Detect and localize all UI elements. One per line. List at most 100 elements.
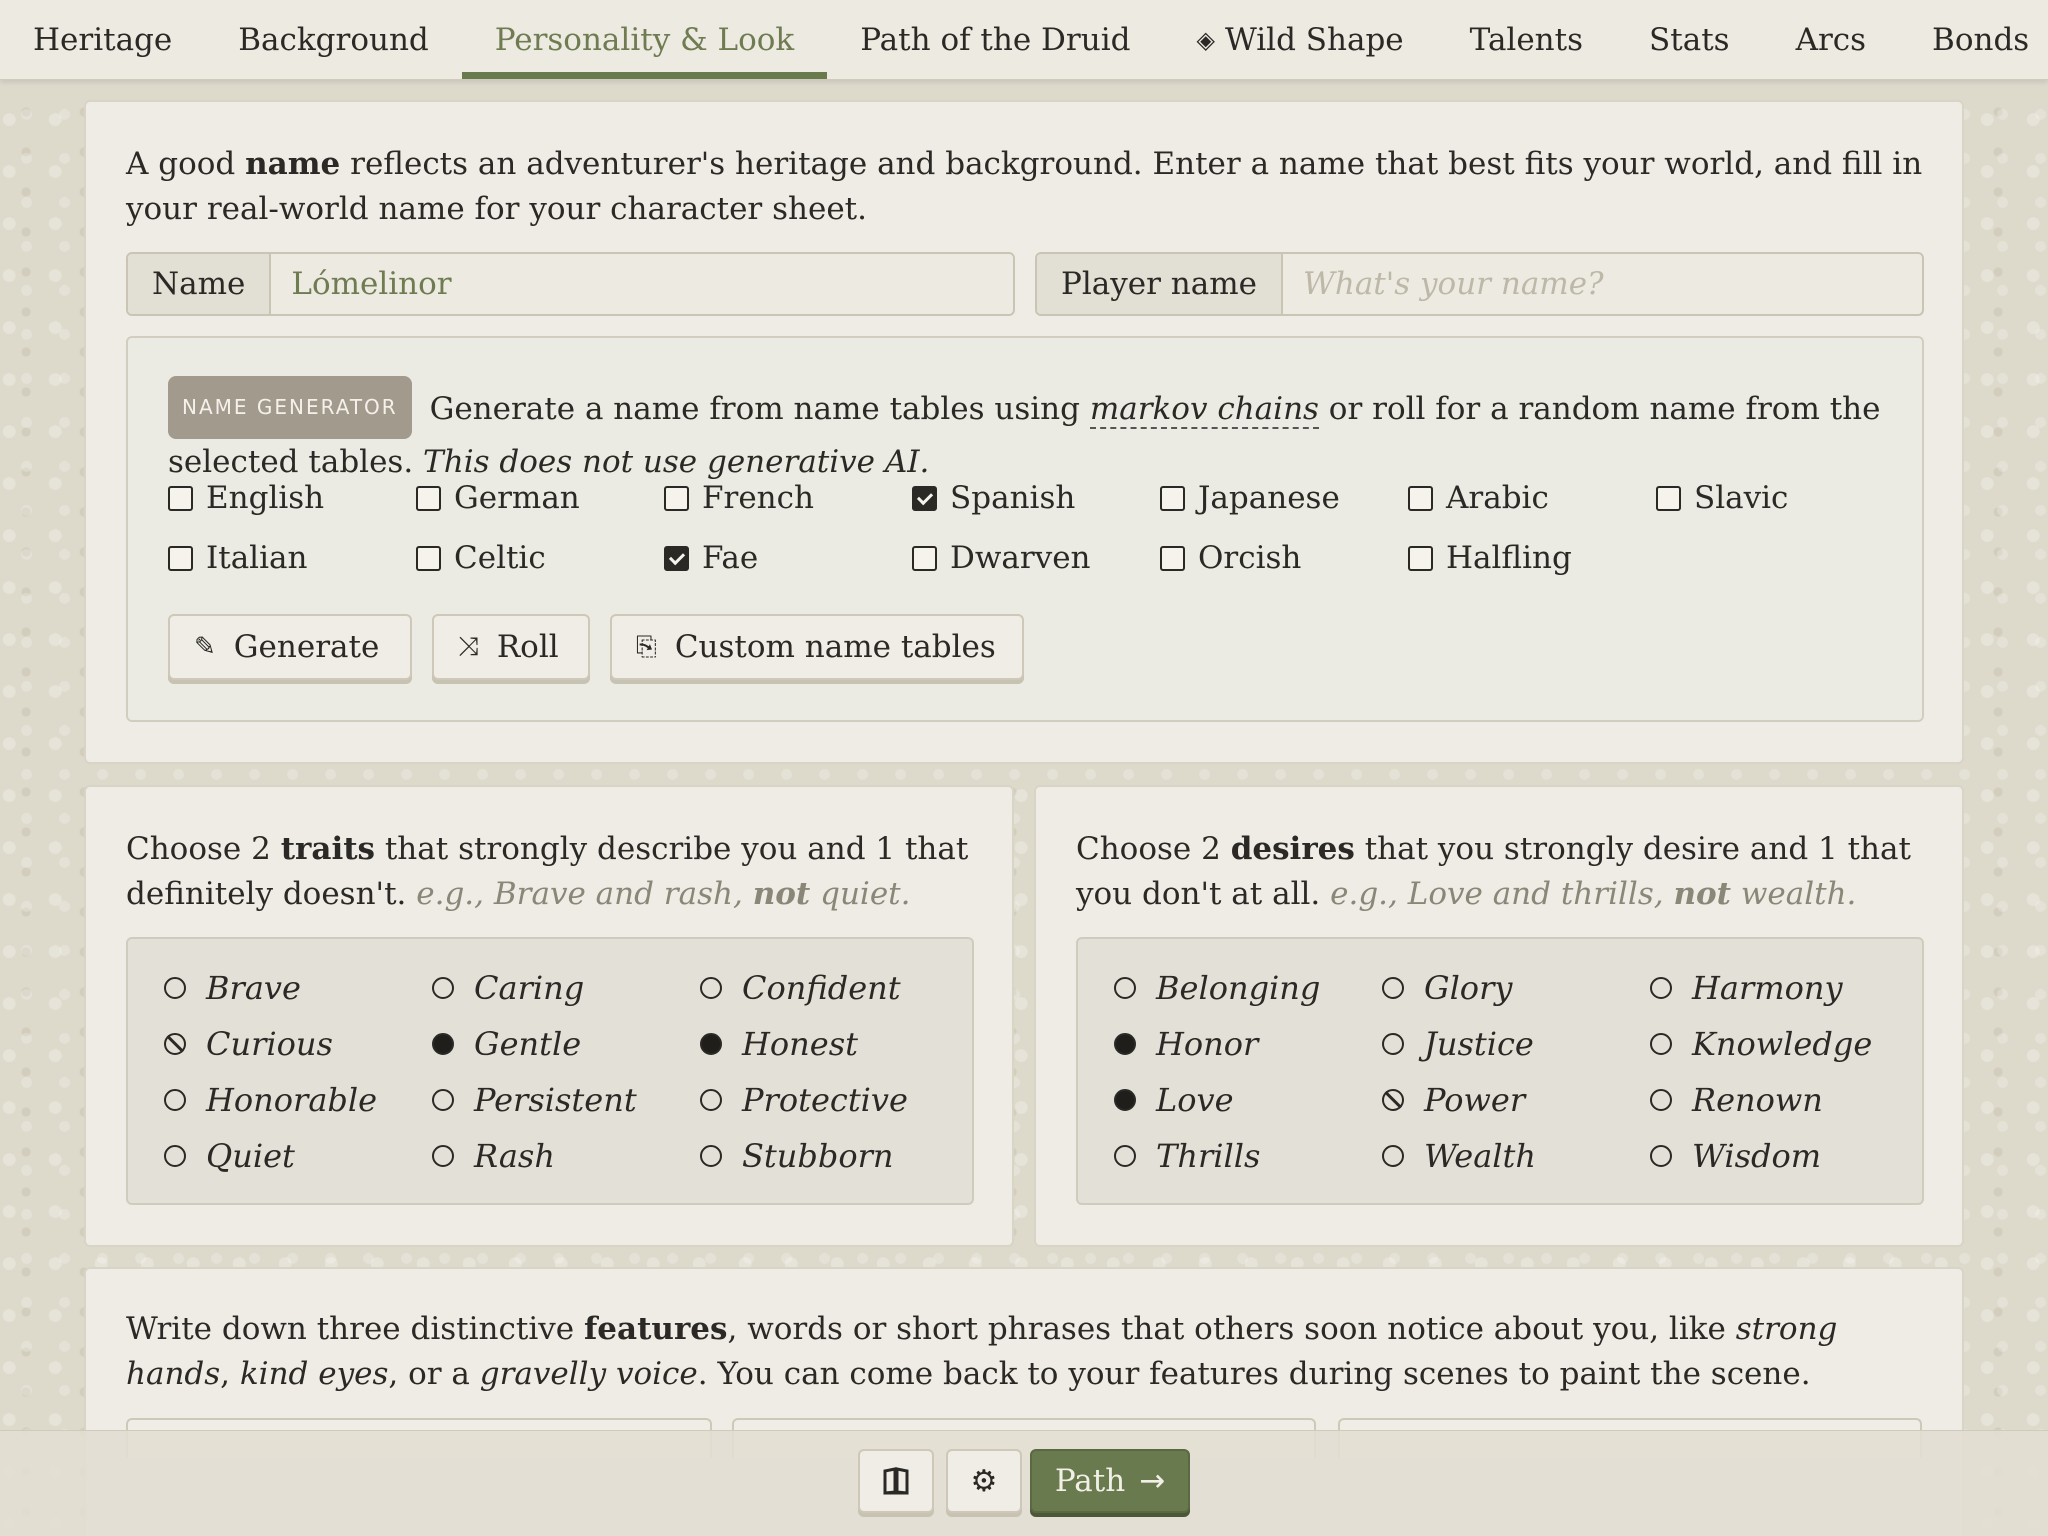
tab-label: Personality & Look	[494, 21, 795, 58]
desires-option[interactable]: Glory	[1382, 969, 1512, 1007]
desires-option[interactable]: Knowledge	[1650, 1025, 1872, 1063]
desires-option[interactable]: Renown	[1650, 1081, 1823, 1119]
traits-option[interactable]: Persistent	[432, 1081, 637, 1119]
checkbox-checked-icon	[664, 545, 689, 571]
option-label: Justice	[1424, 1025, 1534, 1063]
name-table-checkbox[interactable]: Slavic	[1656, 480, 1788, 516]
radio-empty-icon	[1382, 1033, 1404, 1055]
tab-path-of-the-druid[interactable]: Path of the Druid	[827, 0, 1163, 79]
tab-talents[interactable]: Talents	[1437, 0, 1616, 79]
option-label: Quiet	[206, 1137, 295, 1175]
name-table-checkbox[interactable]: Celtic	[416, 540, 546, 576]
tab-heritage[interactable]: Heritage	[0, 0, 205, 79]
settings-button[interactable]: ⚙	[946, 1449, 1022, 1513]
radio-empty-icon	[432, 1145, 454, 1167]
generator-note: This does not use generative AI.	[423, 444, 930, 480]
desires-option[interactable]: Wisdom	[1650, 1137, 1821, 1175]
name-table-checkbox[interactable]: Halfling	[1408, 540, 1572, 576]
traits-option[interactable]: Curious	[164, 1025, 333, 1063]
traits-option[interactable]: Honorable	[164, 1081, 377, 1119]
tab-label: Talents	[1469, 21, 1584, 58]
radio-filled-icon	[1114, 1089, 1136, 1111]
radio-empty-icon	[1114, 1145, 1136, 1167]
radio-empty-icon	[700, 1145, 722, 1167]
tab-bonds[interactable]: Bonds	[1899, 0, 2048, 79]
book-button[interactable]	[858, 1449, 934, 1513]
name-table-checkbox[interactable]: English	[168, 480, 324, 516]
desires-example: e.g., Love and thrills, not wealth.	[1330, 876, 1856, 912]
traits-option[interactable]: Caring	[432, 969, 584, 1007]
desires-option[interactable]: Thrills	[1114, 1137, 1260, 1175]
name-table-checkbox[interactable]: Arabic	[1408, 480, 1549, 516]
traits-option[interactable]: Honest	[700, 1025, 858, 1063]
name-label: Name	[128, 254, 272, 314]
option-label: Brave	[206, 969, 301, 1007]
prompt-text: Choose 2	[1076, 831, 1231, 867]
traits-option[interactable]: Rash	[432, 1137, 555, 1175]
tab-label: Heritage	[33, 21, 173, 58]
radio-empty-icon	[1114, 977, 1136, 999]
tab-label: Bonds	[1932, 21, 2030, 58]
traits-options: Brave Caring Confident Curious Gentle Honest H…	[126, 937, 974, 1205]
traits-option[interactable]: Protective	[700, 1081, 908, 1119]
checkbox-empty-icon	[664, 485, 689, 511]
option-label: Belonging	[1156, 969, 1321, 1007]
option-label: Glory	[1424, 969, 1513, 1007]
name-table-checkbox[interactable]: Spanish	[912, 480, 1075, 516]
tab-label: Arcs	[1795, 21, 1867, 58]
checkbox-label: Fae	[702, 540, 759, 576]
name-generator: NAME GENERATOR Generate a name from name…	[126, 336, 1924, 722]
name-generator-badge: NAME GENERATOR	[168, 376, 412, 439]
option-label: Knowledge	[1692, 1025, 1873, 1063]
desires-option[interactable]: Love	[1114, 1081, 1234, 1119]
name-table-checkbox[interactable]: Dwarven	[912, 540, 1091, 576]
generate-button[interactable]: ✎ Generate	[168, 614, 412, 680]
checkbox-checked-icon	[912, 485, 937, 511]
traits-option[interactable]: Quiet	[164, 1137, 295, 1175]
name-table-checkbox[interactable]: Japanese	[1160, 480, 1340, 516]
name-table-checkbox[interactable]: French	[664, 480, 814, 516]
name-table-checkbox[interactable]: German	[416, 480, 580, 516]
name-table-checkbox[interactable]: Orcish	[1160, 540, 1301, 576]
desires-option[interactable]: Harmony	[1650, 969, 1843, 1007]
traits-option[interactable]: Confident	[700, 969, 901, 1007]
shuffle-icon: ⤨	[458, 631, 479, 662]
tab-arcs[interactable]: Arcs	[1763, 0, 1899, 79]
tab-stats[interactable]: Stats	[1616, 0, 1763, 79]
radio-filled-icon	[1114, 1033, 1136, 1055]
radio-empty-icon	[164, 977, 186, 999]
desires-option[interactable]: Justice	[1382, 1025, 1534, 1063]
name-table-checkbox[interactable]: Fae	[664, 540, 758, 576]
tab-wild-shape[interactable]: ◈ Wild Shape	[1163, 0, 1436, 79]
features-text: , or a	[388, 1356, 480, 1392]
next-path-button[interactable]: Path →	[1030, 1449, 1190, 1513]
radio-filled-icon	[432, 1033, 454, 1055]
diamond-icon: ◈	[1196, 25, 1215, 54]
radio-empty-icon	[700, 977, 722, 999]
markov-chains-link[interactable]: markov chains	[1089, 391, 1319, 429]
traits-option[interactable]: Brave	[164, 969, 301, 1007]
name-table-checkbox[interactable]: Italian	[168, 540, 307, 576]
features-example: gravelly voice	[479, 1356, 698, 1392]
desires-option[interactable]: Belonging	[1114, 969, 1320, 1007]
section-tabs: Heritage Background Personality & Look P…	[0, 0, 2048, 80]
gear-icon: ⚙	[970, 1463, 998, 1499]
desires-option[interactable]: Wealth	[1382, 1137, 1536, 1175]
traits-option[interactable]: Stubborn	[700, 1137, 894, 1175]
option-label: Curious	[206, 1025, 333, 1063]
tab-label: Background	[238, 21, 429, 58]
traits-card: Choose 2 traits that strongly describe y…	[84, 785, 1014, 1247]
desires-option[interactable]: Power	[1382, 1081, 1525, 1119]
custom-name-tables-button[interactable]: ⎘ Custom name tables	[610, 614, 1024, 680]
tab-personality-look[interactable]: Personality & Look	[461, 0, 828, 79]
checkbox-label: Slavic	[1694, 480, 1789, 516]
checkbox-label: German	[454, 480, 580, 516]
desires-option[interactable]: Honor	[1114, 1025, 1258, 1063]
checkbox-empty-icon	[912, 545, 937, 571]
player-name-input[interactable]	[1282, 254, 1922, 314]
character-name-input[interactable]	[271, 254, 1013, 314]
tab-background[interactable]: Background	[205, 0, 462, 79]
name-card: A good name reflects an adventurer's her…	[84, 100, 1964, 764]
traits-option[interactable]: Gentle	[432, 1025, 581, 1063]
roll-button[interactable]: ⤨ Roll	[432, 614, 590, 680]
